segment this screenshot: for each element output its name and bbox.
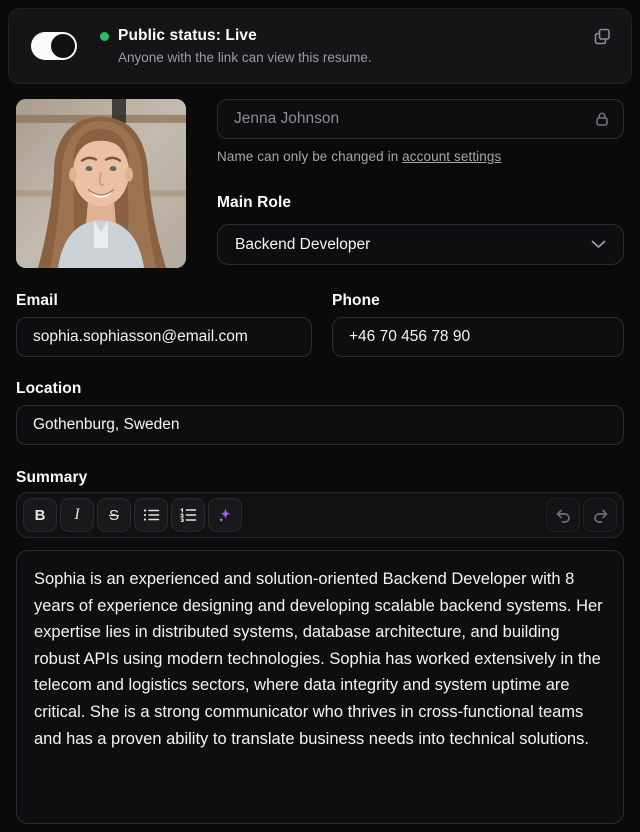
- account-settings-link[interactable]: account settings: [402, 149, 501, 164]
- redo-button[interactable]: [583, 498, 617, 532]
- redo-icon: [592, 508, 609, 523]
- email-label: Email: [16, 292, 312, 310]
- live-status-dot-icon: [100, 32, 109, 41]
- lock-icon: [594, 111, 610, 127]
- strikethrough-icon: S: [109, 507, 119, 524]
- bold-button[interactable]: B: [23, 498, 57, 532]
- italic-icon: I: [74, 506, 79, 524]
- undo-button[interactable]: [546, 498, 580, 532]
- status-subtitle: Anyone with the link can view this resum…: [118, 50, 372, 65]
- profile-right-column: Jenna Johnson Name can only be changed i…: [217, 99, 624, 268]
- public-status-card: Public status: Live Anyone with the link…: [8, 8, 632, 84]
- summary-label: Summary: [16, 469, 624, 487]
- email-field[interactable]: [16, 317, 312, 357]
- phone-group: Phone: [332, 292, 624, 357]
- chevron-down-icon: [591, 240, 606, 249]
- name-helper-text: Name can only be changed in account sett…: [217, 149, 624, 164]
- public-status-toggle[interactable]: [31, 32, 77, 60]
- strikethrough-button[interactable]: S: [97, 498, 131, 532]
- profile-row: Jenna Johnson Name can only be changed i…: [16, 99, 624, 268]
- ai-sparkle-icon: [216, 506, 234, 524]
- main-role-value: Backend Developer: [235, 236, 370, 254]
- italic-button[interactable]: I: [60, 498, 94, 532]
- bullet-list-button[interactable]: [134, 498, 168, 532]
- contact-row: Email Phone: [16, 292, 624, 357]
- phone-label: Phone: [332, 292, 624, 310]
- location-label: Location: [16, 380, 624, 398]
- status-title: Public status: Live: [118, 27, 257, 45]
- name-field: Jenna Johnson: [217, 99, 624, 139]
- ai-assist-button[interactable]: [208, 498, 242, 532]
- bold-icon: B: [35, 507, 46, 524]
- main-role-label: Main Role: [217, 194, 624, 212]
- name-helper-prefix: Name can only be changed in: [217, 149, 402, 164]
- copy-link-button[interactable]: [589, 23, 615, 49]
- status-text-block: Public status: Live Anyone with the link…: [100, 27, 372, 65]
- email-group: Email: [16, 292, 312, 357]
- bullet-list-icon: [143, 508, 160, 522]
- location-field[interactable]: [16, 405, 624, 445]
- copy-icon: [593, 27, 612, 46]
- undo-icon: [555, 508, 572, 523]
- location-group: Location: [16, 380, 624, 445]
- toggle-knob: [51, 34, 75, 58]
- ordered-list-icon: [180, 508, 197, 522]
- profile-photo: [16, 99, 186, 268]
- ordered-list-button[interactable]: [171, 498, 205, 532]
- phone-field[interactable]: [332, 317, 624, 357]
- main-role-select[interactable]: Backend Developer: [217, 224, 624, 265]
- summary-textarea[interactable]: Sophia is an experienced and solution-or…: [16, 550, 624, 824]
- summary-toolbar: B I S: [16, 492, 624, 538]
- name-field-value: Jenna Johnson: [234, 110, 339, 128]
